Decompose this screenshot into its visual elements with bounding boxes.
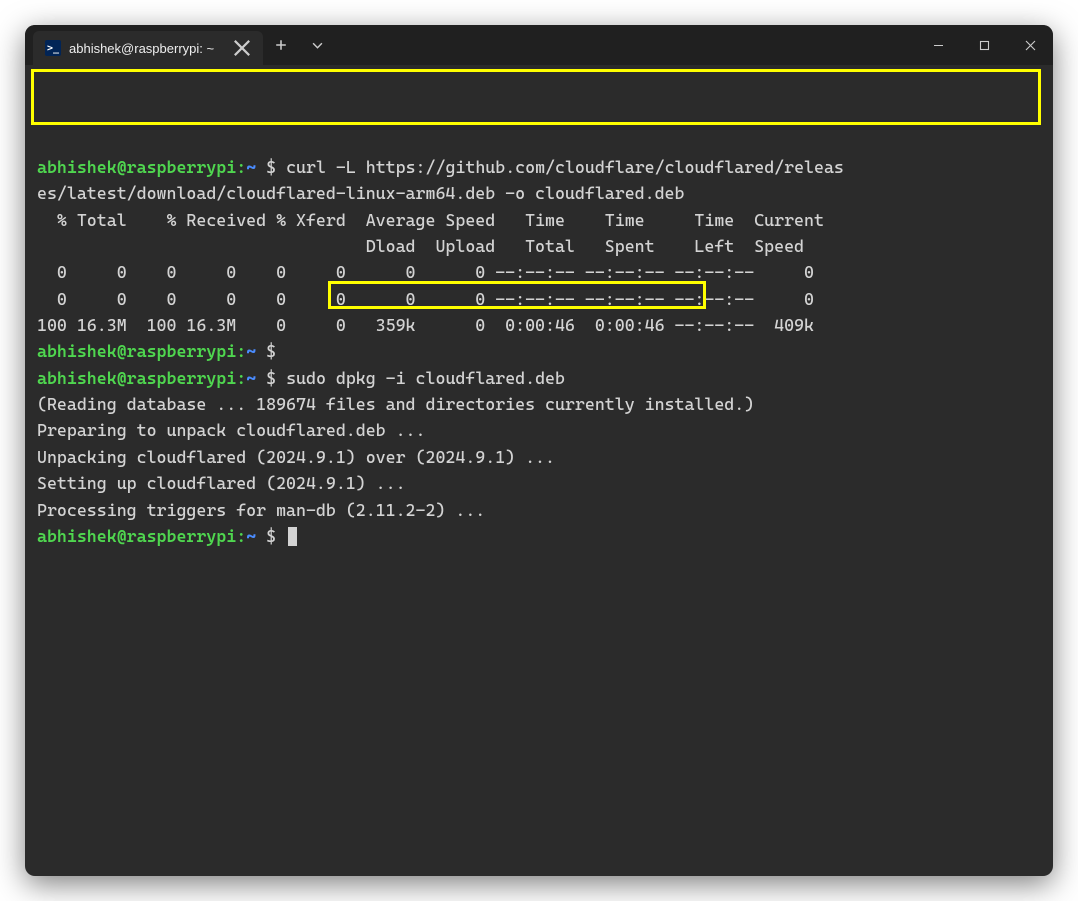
terminal-line: Preparing to unpack cloudflared.deb ... bbox=[37, 420, 425, 440]
terminal-line: es/latest/download/cloudflared-linux-arm… bbox=[37, 183, 684, 203]
window-controls bbox=[915, 25, 1053, 65]
command-text: curl -L https://github.com/cloudflare/cl… bbox=[286, 157, 844, 177]
prompt-user: abhishek@raspberrypi bbox=[37, 368, 236, 388]
close-window-button[interactable] bbox=[1007, 25, 1053, 65]
maximize-button[interactable] bbox=[961, 25, 1007, 65]
close-tab-button[interactable] bbox=[233, 39, 251, 57]
new-tab-button[interactable] bbox=[263, 25, 299, 65]
terminal-line: abhishek@raspberrypi:~ $ bbox=[37, 526, 297, 546]
terminal-body[interactable]: abhishek@raspberrypi:~ $ curl -L https:/… bbox=[25, 65, 1053, 876]
terminal-line: % Total % Received % Xferd Average Speed… bbox=[37, 210, 824, 230]
terminal-line: Processing triggers for man-db (2.11.2-2… bbox=[37, 500, 485, 520]
command-text: sudo dpkg -i cloudflared.deb bbox=[286, 368, 565, 388]
prompt-colon: : bbox=[236, 526, 246, 546]
powershell-icon: >_ bbox=[45, 40, 61, 56]
prompt-symbol: $ bbox=[266, 526, 276, 546]
prompt-path: ~ bbox=[246, 157, 256, 177]
prompt-symbol: $ bbox=[266, 341, 276, 361]
prompt-symbol: $ bbox=[266, 157, 276, 177]
terminal-line: abhishek@raspberrypi:~ $ curl -L https:/… bbox=[37, 157, 844, 177]
prompt-user: abhishek@raspberrypi bbox=[37, 341, 236, 361]
titlebar-spacer bbox=[335, 25, 915, 65]
prompt-user: abhishek@raspberrypi bbox=[37, 157, 236, 177]
terminal-line: 100 16.3M 100 16.3M 0 0 359k 0 0:00:46 0… bbox=[37, 315, 814, 335]
tab-title: abhishek@raspberrypi: ~ bbox=[69, 41, 225, 56]
prompt-colon: : bbox=[236, 157, 246, 177]
terminal-line: abhishek@raspberrypi:~ $ bbox=[37, 341, 286, 361]
prompt-path: ~ bbox=[246, 526, 256, 546]
tab-strip: >_ abhishek@raspberrypi: ~ bbox=[25, 25, 263, 65]
prompt-colon: : bbox=[236, 368, 246, 388]
prompt-colon: : bbox=[236, 341, 246, 361]
minimize-button[interactable] bbox=[915, 25, 961, 65]
terminal-line: (Reading database ... 189674 files and d… bbox=[37, 394, 754, 414]
highlight-box-1 bbox=[31, 69, 1041, 125]
terminal-window: >_ abhishek@raspberrypi: ~ bbox=[25, 25, 1053, 876]
tab-active[interactable]: >_ abhishek@raspberrypi: ~ bbox=[33, 31, 263, 65]
prompt-symbol: $ bbox=[266, 368, 276, 388]
terminal-line: Dload Upload Total Spent Left Speed bbox=[37, 236, 804, 256]
prompt-user: abhishek@raspberrypi bbox=[37, 526, 236, 546]
prompt-path: ~ bbox=[246, 341, 256, 361]
terminal-line: abhishek@raspberrypi:~ $ sudo dpkg -i cl… bbox=[37, 368, 565, 388]
terminal-line: 0 0 0 0 0 0 0 0 --:--:-- --:--:-- --:--:… bbox=[37, 262, 814, 282]
terminal-line: Unpacking cloudflared (2024.9.1) over (2… bbox=[37, 447, 555, 467]
cursor bbox=[288, 527, 297, 546]
prompt-path: ~ bbox=[246, 368, 256, 388]
tab-dropdown-button[interactable] bbox=[299, 25, 335, 65]
terminal-line: 0 0 0 0 0 0 0 0 --:--:-- --:--:-- --:--:… bbox=[37, 289, 814, 309]
titlebar: >_ abhishek@raspberrypi: ~ bbox=[25, 25, 1053, 65]
terminal-line: Setting up cloudflared (2024.9.1) ... bbox=[37, 473, 406, 493]
